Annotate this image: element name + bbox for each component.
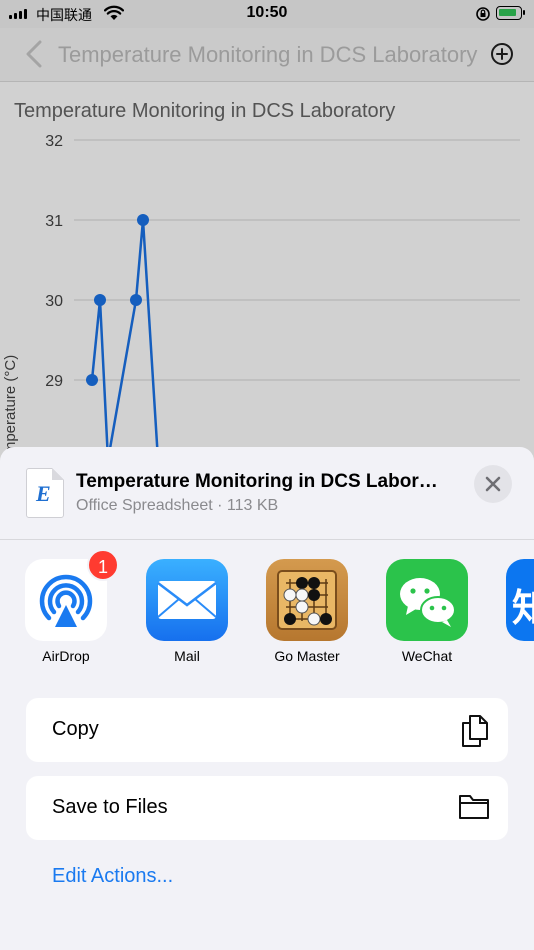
file-subtitle: Office Spreadsheet · 113 KB [76, 497, 279, 514]
share-sheet-header: E Temperature Monitoring in DCS Laborato… [0, 447, 534, 540]
app-label: AirDrop [42, 648, 90, 664]
copy-icon [462, 715, 488, 747]
edit-actions-link[interactable]: Edit Actions... [52, 865, 173, 888]
mail-icon [146, 559, 228, 641]
notification-badge: 1 [87, 549, 119, 581]
wechat-icon [386, 559, 468, 641]
save-to-files-label: Save to Files [52, 796, 168, 818]
copy-action[interactable]: Copy [26, 698, 508, 762]
share-app-mail[interactable]: Mail [132, 559, 242, 664]
spreadsheet-file-icon: E [26, 468, 64, 518]
copy-label: Copy [52, 718, 99, 740]
app-label: Go Master [274, 648, 340, 664]
share-app-zhihu[interactable]: 知 [466, 559, 534, 641]
app-label: Mail [174, 648, 200, 664]
close-icon [485, 476, 501, 492]
share-sheet: E Temperature Monitoring in DCS Laborato… [0, 447, 534, 950]
go-board-icon [266, 559, 348, 641]
folder-icon [459, 795, 489, 819]
zhihu-icon-glyph: 知 [512, 588, 534, 630]
share-app-row: 1 AirDrop Mail Go Master WeChat 知 [0, 549, 534, 669]
app-label: WeChat [401, 648, 453, 664]
share-app-go-master[interactable]: Go Master [252, 559, 362, 664]
file-name: Temperature Monitoring in DCS Laboratory [76, 471, 446, 492]
airdrop-icon: 1 [25, 549, 119, 641]
file-icon-letter: E [36, 481, 51, 506]
save-to-files-action[interactable]: Save to Files [26, 776, 508, 840]
share-app-airdrop[interactable]: 1 AirDrop [11, 549, 121, 664]
close-button[interactable] [474, 465, 512, 503]
zhihu-icon: 知 [506, 559, 534, 641]
